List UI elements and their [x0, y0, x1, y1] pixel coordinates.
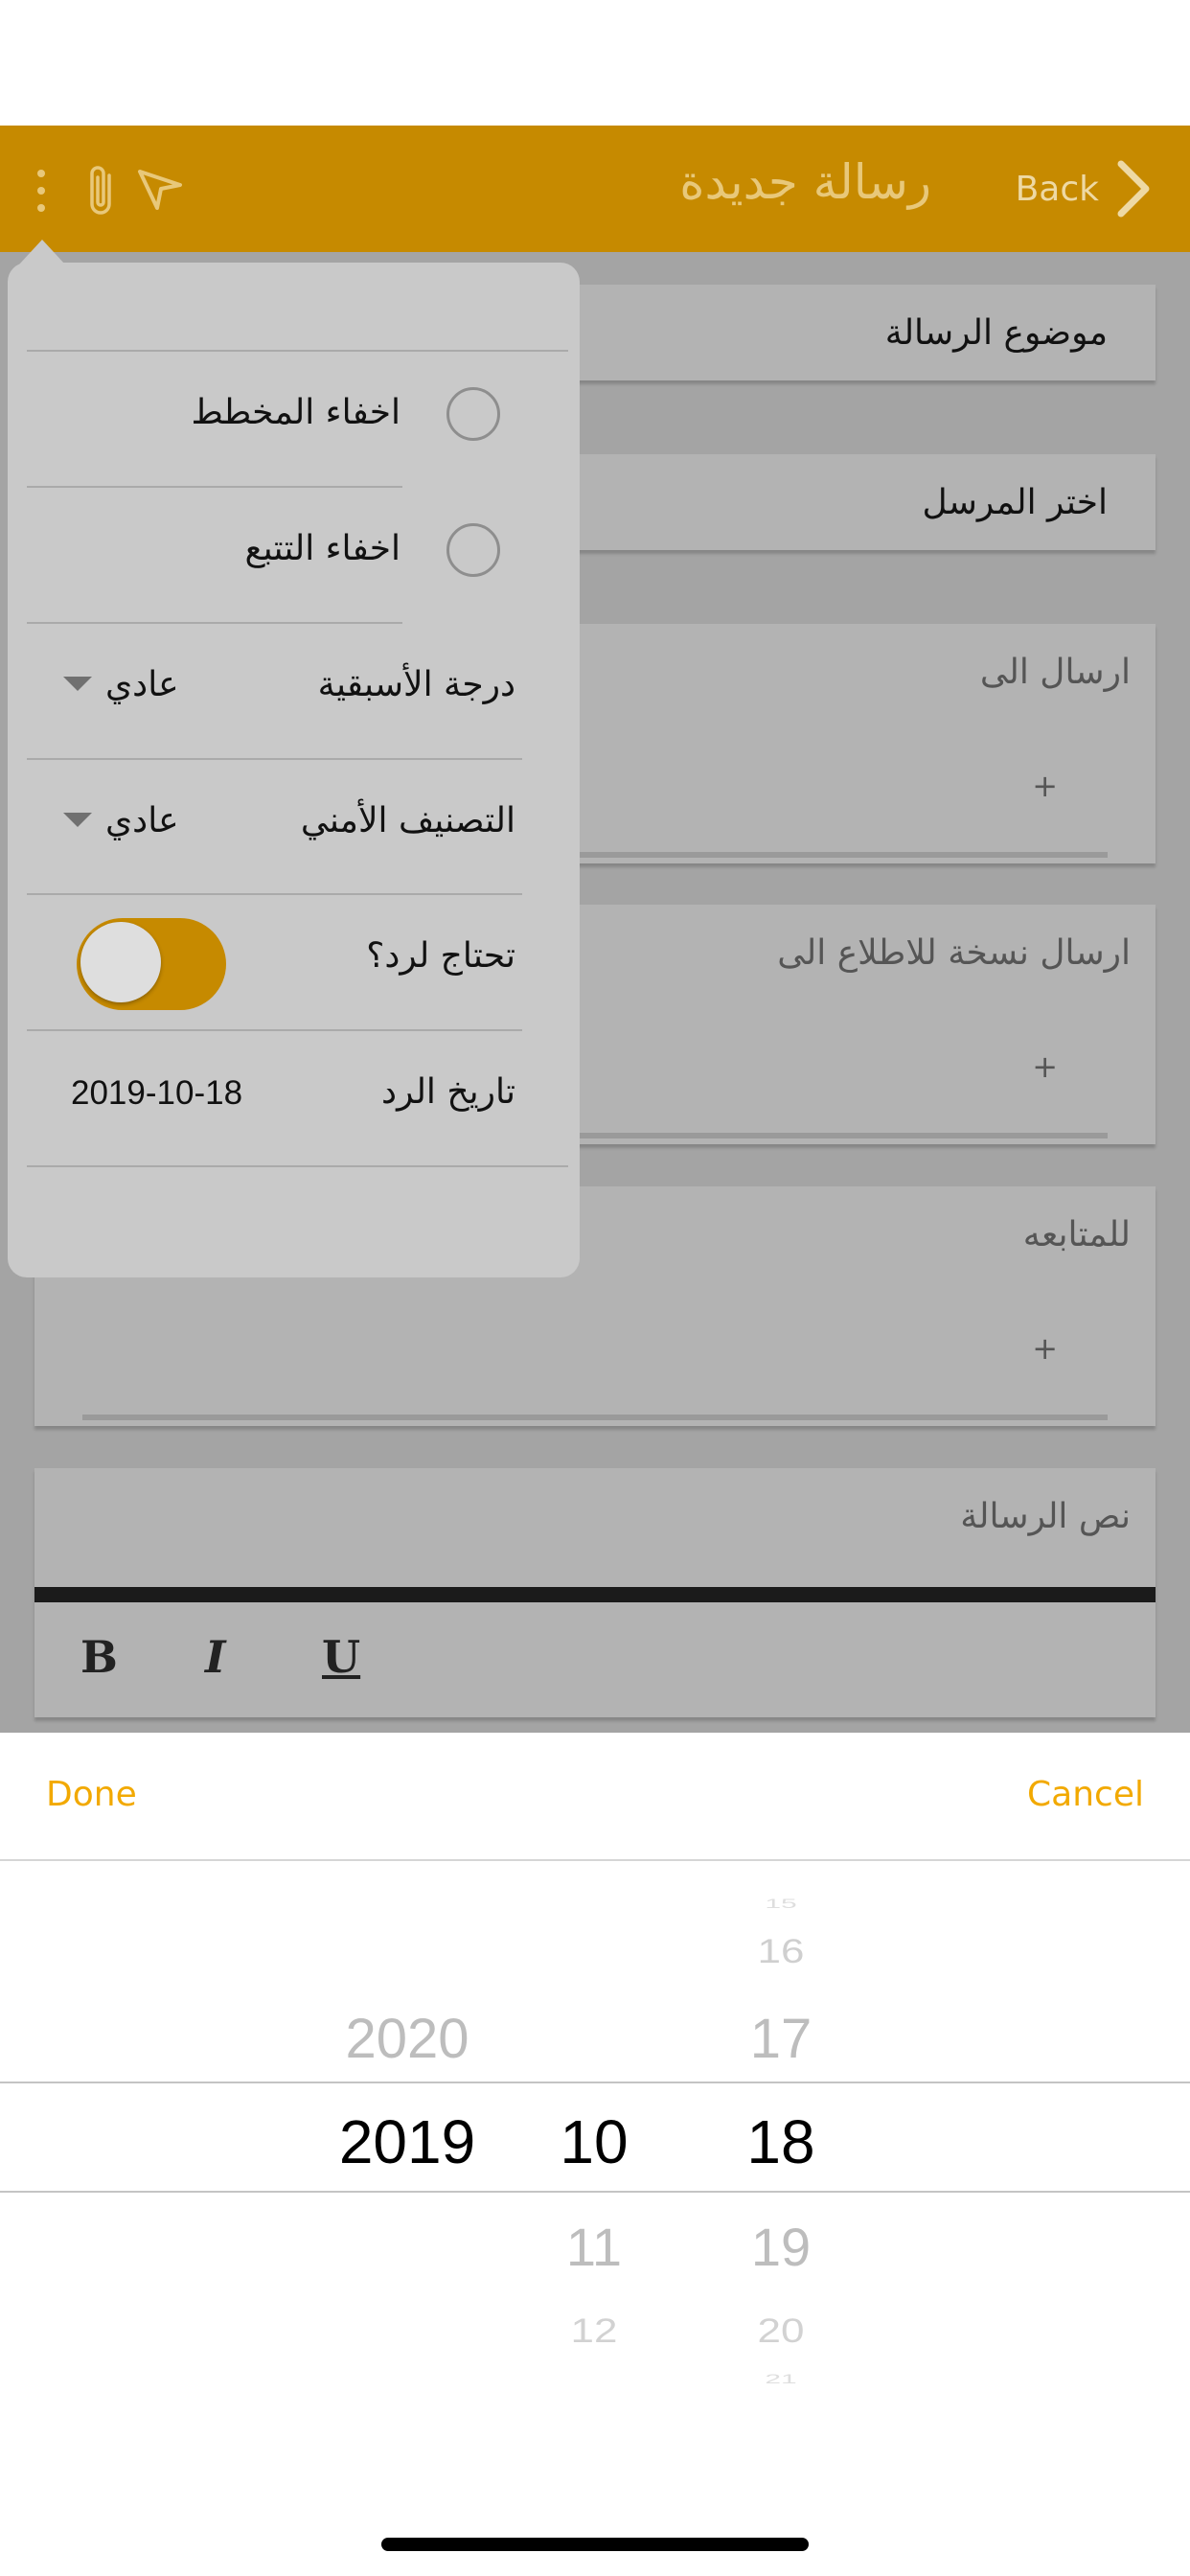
day-option[interactable]: 19 [723, 2216, 838, 2278]
back-button-label[interactable]: Back [1016, 170, 1099, 209]
date-picker[interactable]: 2020 2019 10 11 12 15 16 17 18 19 20 21 [0, 1861, 1190, 2436]
subject-placeholder: موضوع الرسالة [884, 313, 1108, 353]
security-label: التصنيف الأمني [300, 801, 515, 840]
send-icon[interactable] [136, 166, 184, 214]
page-title: رسالة جديدة [679, 154, 931, 210]
app-header: رسالة جديدة Back [0, 126, 1190, 252]
toggle-knob [80, 922, 161, 1002]
options-popup: اخفاء المخطط اخفاء التتبع درجة الأسبقية … [8, 263, 580, 1277]
day-option[interactable]: 15 [723, 1897, 838, 1911]
add-recipient-button[interactable]: + [1032, 768, 1058, 804]
italic-button[interactable]: I [205, 1631, 226, 1683]
picker-toolbar: Done Cancel [0, 1733, 1190, 1861]
follow-up-label: للمتابعه [1022, 1215, 1131, 1254]
body-label: نص الرسالة [960, 1497, 1131, 1536]
add-cc-button[interactable]: + [1032, 1048, 1058, 1085]
priority-dropdown-icon[interactable] [63, 677, 92, 691]
priority-value[interactable]: عادي [105, 665, 179, 704]
popup-divider [27, 758, 522, 760]
popup-divider [27, 1165, 568, 1167]
day-option[interactable]: 20 [723, 2312, 838, 2351]
body-card: نص الرسالة B I U [34, 1468, 1156, 1717]
add-follow-up-button[interactable]: + [1032, 1330, 1058, 1367]
chevron-right-icon[interactable] [1104, 160, 1161, 218]
hide-tracking-radio[interactable] [446, 523, 500, 577]
bold-button[interactable]: B [80, 1631, 118, 1683]
year-selected[interactable]: 2019 [311, 2106, 503, 2177]
cc-label: ارسال نسخة للاطلاع الى [777, 933, 1131, 973]
follow-up-underline [82, 1414, 1108, 1420]
priority-label: درجة الأسبقية [317, 665, 515, 704]
month-selected[interactable]: 10 [537, 2106, 652, 2177]
month-option[interactable]: 12 [537, 2312, 652, 2351]
home-indicator [381, 2538, 809, 2551]
day-option[interactable]: 17 [723, 2007, 838, 2071]
popup-divider [27, 622, 402, 624]
year-option[interactable]: 2020 [311, 2007, 503, 2071]
underline-button[interactable]: U [322, 1631, 360, 1683]
selection-line-top [0, 2082, 1190, 2083]
send-to-label: ارسال الى [979, 653, 1131, 692]
popup-divider [27, 486, 402, 488]
selection-line-bottom [0, 2191, 1190, 2193]
day-option[interactable]: 21 [723, 2372, 838, 2386]
day-selected[interactable]: 18 [723, 2106, 838, 2177]
done-button[interactable]: Done [46, 1775, 137, 1814]
reply-date-label: تاريخ الرد [381, 1072, 515, 1112]
sender-placeholder: اختر المرسل [922, 483, 1109, 522]
day-option[interactable]: 16 [723, 1933, 838, 1971]
popup-divider [27, 1029, 522, 1031]
needs-reply-toggle[interactable] [77, 918, 226, 1010]
month-option[interactable]: 11 [537, 2216, 652, 2278]
more-options-icon[interactable] [27, 164, 56, 221]
security-value[interactable]: عادي [105, 801, 179, 840]
hide-diagram-label: اخفاء المخطط [191, 393, 400, 432]
popup-divider [27, 893, 522, 895]
popup-arrow [19, 240, 65, 264]
popup-divider [27, 350, 568, 352]
reply-date-value[interactable]: 2019-10-18 [71, 1074, 242, 1113]
security-dropdown-icon[interactable] [63, 813, 92, 827]
needs-reply-label: تحتاج لرد؟ [366, 936, 515, 976]
hide-tracking-label: اخفاء التتبع [244, 529, 400, 568]
paperclip-icon[interactable] [80, 162, 123, 219]
cancel-button[interactable]: Cancel [1027, 1775, 1144, 1814]
editor-toolbar-bar [34, 1587, 1156, 1602]
hide-diagram-radio[interactable] [446, 387, 500, 441]
